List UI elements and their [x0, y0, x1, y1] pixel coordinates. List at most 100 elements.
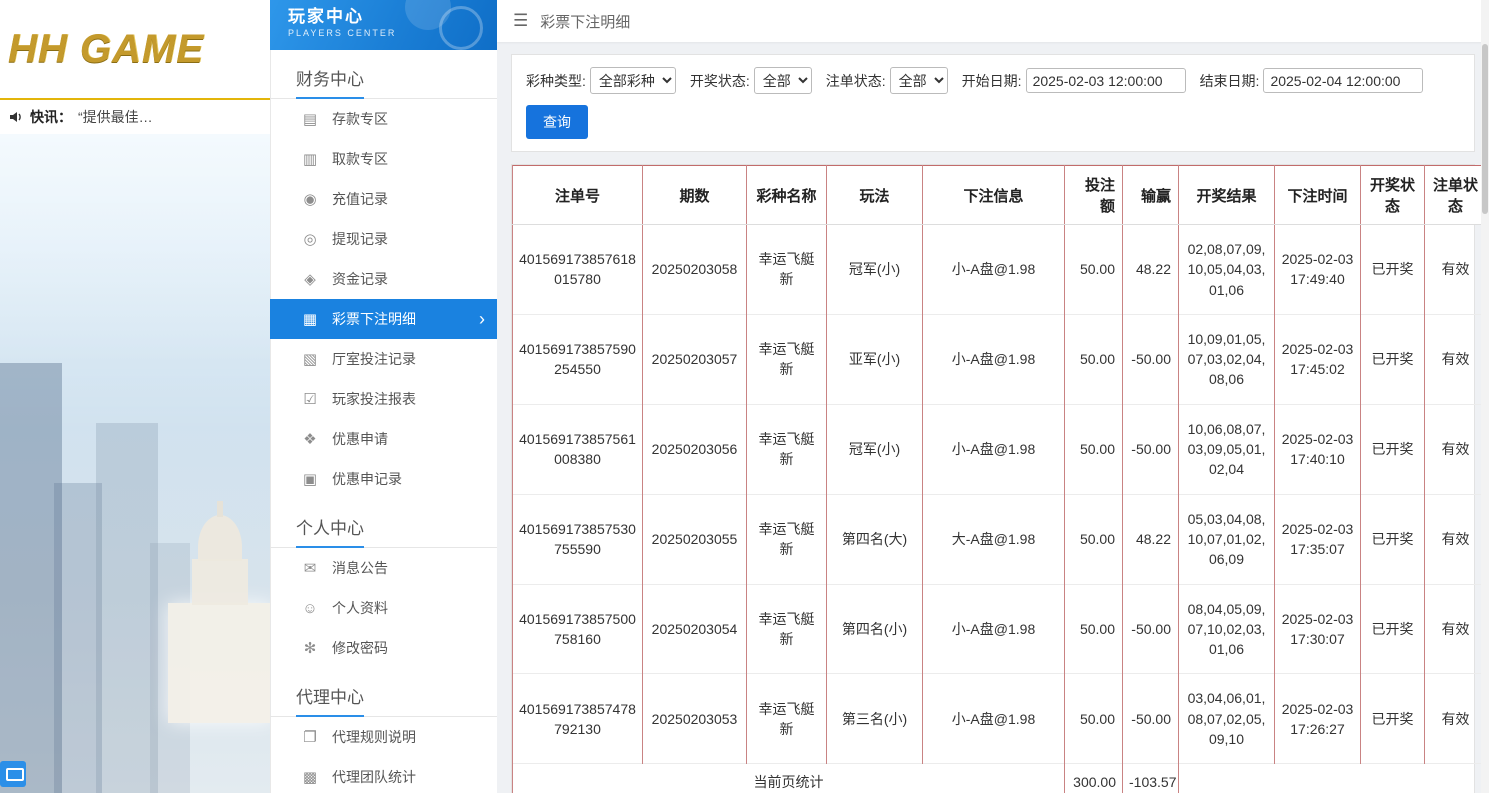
table-cell: 2025-02-03 17:35:07 — [1274, 493, 1361, 585]
table-cell: 401569173857500758160 — [512, 583, 643, 674]
sidebar-item[interactable]: ✻ 修改密码 — [270, 628, 497, 668]
sidebar-item[interactable]: ☑ 玩家投注报表 — [270, 379, 497, 419]
sidebar-item-label: 优惠申记录 — [332, 471, 402, 487]
table-cell: 2025-02-03 17:45:02 — [1274, 313, 1361, 405]
table-cell: 已开奖 — [1360, 313, 1425, 405]
table-cell: 20250203056 — [642, 403, 747, 495]
chat-widget-button[interactable] — [0, 761, 26, 787]
table-row: 401569173857530755590 20250203055 幸运飞艇新 第四名… — [512, 493, 1487, 585]
sidebar-item-label: 充值记录 — [332, 191, 388, 207]
table-cell: 第四名(小) — [826, 583, 923, 674]
column-header: 彩种名称 — [746, 165, 827, 225]
promo-apply-icon: ❖ — [303, 431, 317, 448]
table-cell: 401569173857618015780 — [512, 224, 643, 315]
table-cell: 05,03,04,08,10,07,01,02,06,09 — [1178, 493, 1275, 585]
sidebar-item[interactable]: ▤ 存款专区 — [270, 99, 497, 139]
table-cell: 50.00 — [1064, 673, 1123, 764]
section-heading: 个人中心 — [270, 499, 497, 548]
sidebar-item[interactable]: ▦ 彩票下注明细 › — [270, 299, 497, 339]
withdraw-zone-icon: ▥ — [302, 151, 318, 168]
column-header: 玩法 — [826, 165, 923, 225]
table-cell: 第三名(小) — [826, 673, 923, 764]
draw-status-label: 开奖状态: — [689, 72, 750, 89]
chart-icon: ▩ — [302, 769, 318, 786]
sidebar-item-label: 代理团队统计 — [332, 769, 416, 785]
table-cell: 50.00 — [1064, 403, 1123, 495]
scrollbar-thumb[interactable] — [1482, 44, 1488, 214]
table-cell: -50.00 — [1122, 313, 1179, 405]
table-cell: 有效 — [1424, 403, 1487, 495]
table-cell: 小-A盘@1.98 — [922, 583, 1065, 674]
lottery-type-label: 彩种类型: — [526, 72, 586, 89]
promo-records-icon: ▣ — [302, 471, 318, 488]
table-cell: 小-A盘@1.98 — [922, 403, 1065, 495]
ticker-label: 快讯： — [30, 109, 72, 125]
sidebar-item[interactable]: ▩ 代理团队统计 — [270, 757, 497, 793]
withdrawal-records-icon: ◎ — [303, 231, 317, 248]
table-cell: 幸运飞艇新 — [746, 224, 827, 315]
sidebar-item[interactable]: ▥ 取款专区 — [270, 139, 497, 179]
table-cell: 20250203058 — [642, 224, 747, 315]
table-cell: 小-A盘@1.98 — [922, 313, 1065, 405]
sidebar-item-label: 厅室投注记录 — [332, 351, 416, 367]
sidebar-item-label: 资金记录 — [332, 271, 388, 287]
table-cell: 已开奖 — [1360, 583, 1425, 674]
sidebar-item-label: 修改密码 — [332, 640, 388, 656]
column-header: 下注时间 — [1274, 165, 1361, 225]
summary-label: 当前页统计 — [512, 763, 1065, 793]
column-header: 期数 — [642, 165, 747, 225]
column-header: 投注额 — [1064, 165, 1123, 225]
column-header: 下注信息 — [922, 165, 1065, 225]
sidebar-item[interactable]: ◎ 提现记录 — [270, 219, 497, 259]
column-header: 注单状态 — [1424, 165, 1487, 225]
table-cell: 已开奖 — [1360, 673, 1425, 764]
table-cell: 2025-02-03 17:49:40 — [1274, 224, 1361, 315]
table-cell: 03,04,06,01,08,07,02,05,09,10 — [1178, 673, 1275, 764]
table-cell: 亚军(小) — [826, 313, 923, 405]
table-row: 401569173857478792130 20250203053 幸运飞艇新 第三名… — [512, 673, 1487, 764]
sidebar-item-label: 提现记录 — [332, 231, 388, 247]
column-header: 开奖状态 — [1360, 165, 1425, 225]
table-cell: 50.00 — [1064, 224, 1123, 315]
sidebar-item-label: 玩家投注报表 — [332, 391, 416, 407]
speaker-icon — [10, 112, 21, 122]
sidebar-item[interactable]: ▣ 优惠申记录 — [270, 459, 497, 499]
sidebar: 玩家中心 PLAYERS CENTER 财务中心 ▤ 存款专区 ▥ 取款专区 ◉ 充值记录 ◎… — [270, 0, 497, 793]
player-bet-report-icon: ☑ — [303, 391, 317, 408]
end-date-input[interactable] — [1263, 68, 1424, 93]
start-date-input[interactable] — [1025, 68, 1186, 93]
table-cell: 2025-02-03 17:26:27 — [1274, 673, 1361, 764]
table-cell: 08,04,05,09,07,10,02,03,01,06 — [1178, 583, 1275, 674]
sidebar-item-label: 存款专区 — [332, 111, 388, 127]
sidebar-item[interactable]: ◉ 充值记录 — [270, 179, 497, 219]
summary-bet-total: 300.00 — [1064, 763, 1123, 793]
bet-status-select[interactable]: 全部 — [889, 67, 948, 94]
table-cell: 20250203055 — [642, 493, 747, 585]
sidebar-item[interactable]: ❖ 优惠申请 — [270, 419, 497, 459]
sidebar-item[interactable]: ❐ 代理规则说明 — [270, 717, 497, 757]
table-cell: 有效 — [1424, 224, 1487, 315]
table-cell: 2025-02-03 17:40:10 — [1274, 403, 1361, 495]
draw-status-select[interactable]: 全部 — [753, 67, 812, 94]
lottery-type-select[interactable]: 全部彩种 — [589, 67, 676, 94]
news-ticker: 快讯： “提供最佳… — [0, 100, 270, 134]
sidebar-item[interactable]: ▧ 厅室投注记录 — [270, 339, 497, 379]
bell-icon: ✉ — [303, 560, 317, 577]
sidebar-item[interactable]: ✉ 消息公告 — [270, 548, 497, 588]
start-date-label: 开始日期: — [961, 72, 1022, 89]
table-cell: 20250203057 — [642, 313, 747, 405]
summary-win-total: -103.57 — [1122, 763, 1179, 793]
page-scrollbar[interactable] — [1481, 0, 1489, 793]
menu-toggle-icon[interactable]: ☰ — [513, 11, 528, 31]
table-cell: 幸运飞艇新 — [746, 313, 827, 405]
table-cell: 10,09,01,05,07,03,02,04,08,06 — [1178, 313, 1275, 405]
sidebar-item-label: 优惠申请 — [332, 431, 388, 447]
table-row: 401569173857500758160 20250203054 幸运飞艇新 第四名… — [512, 583, 1487, 674]
search-button[interactable]: 查询 — [526, 105, 588, 139]
table-cell: 有效 — [1424, 493, 1487, 585]
sidebar-item[interactable]: ◈ 资金记录 — [270, 259, 497, 299]
bet-status-label: 注单状态: — [825, 72, 886, 89]
content: 彩种类型: 全部彩种 开奖状态: 全部 注单状态: 全部 开始日期: 2025-… — [497, 42, 1489, 793]
table-cell: 幸运飞艇新 — [746, 673, 827, 764]
sidebar-item[interactable]: ☺ 个人资料 — [270, 588, 497, 628]
